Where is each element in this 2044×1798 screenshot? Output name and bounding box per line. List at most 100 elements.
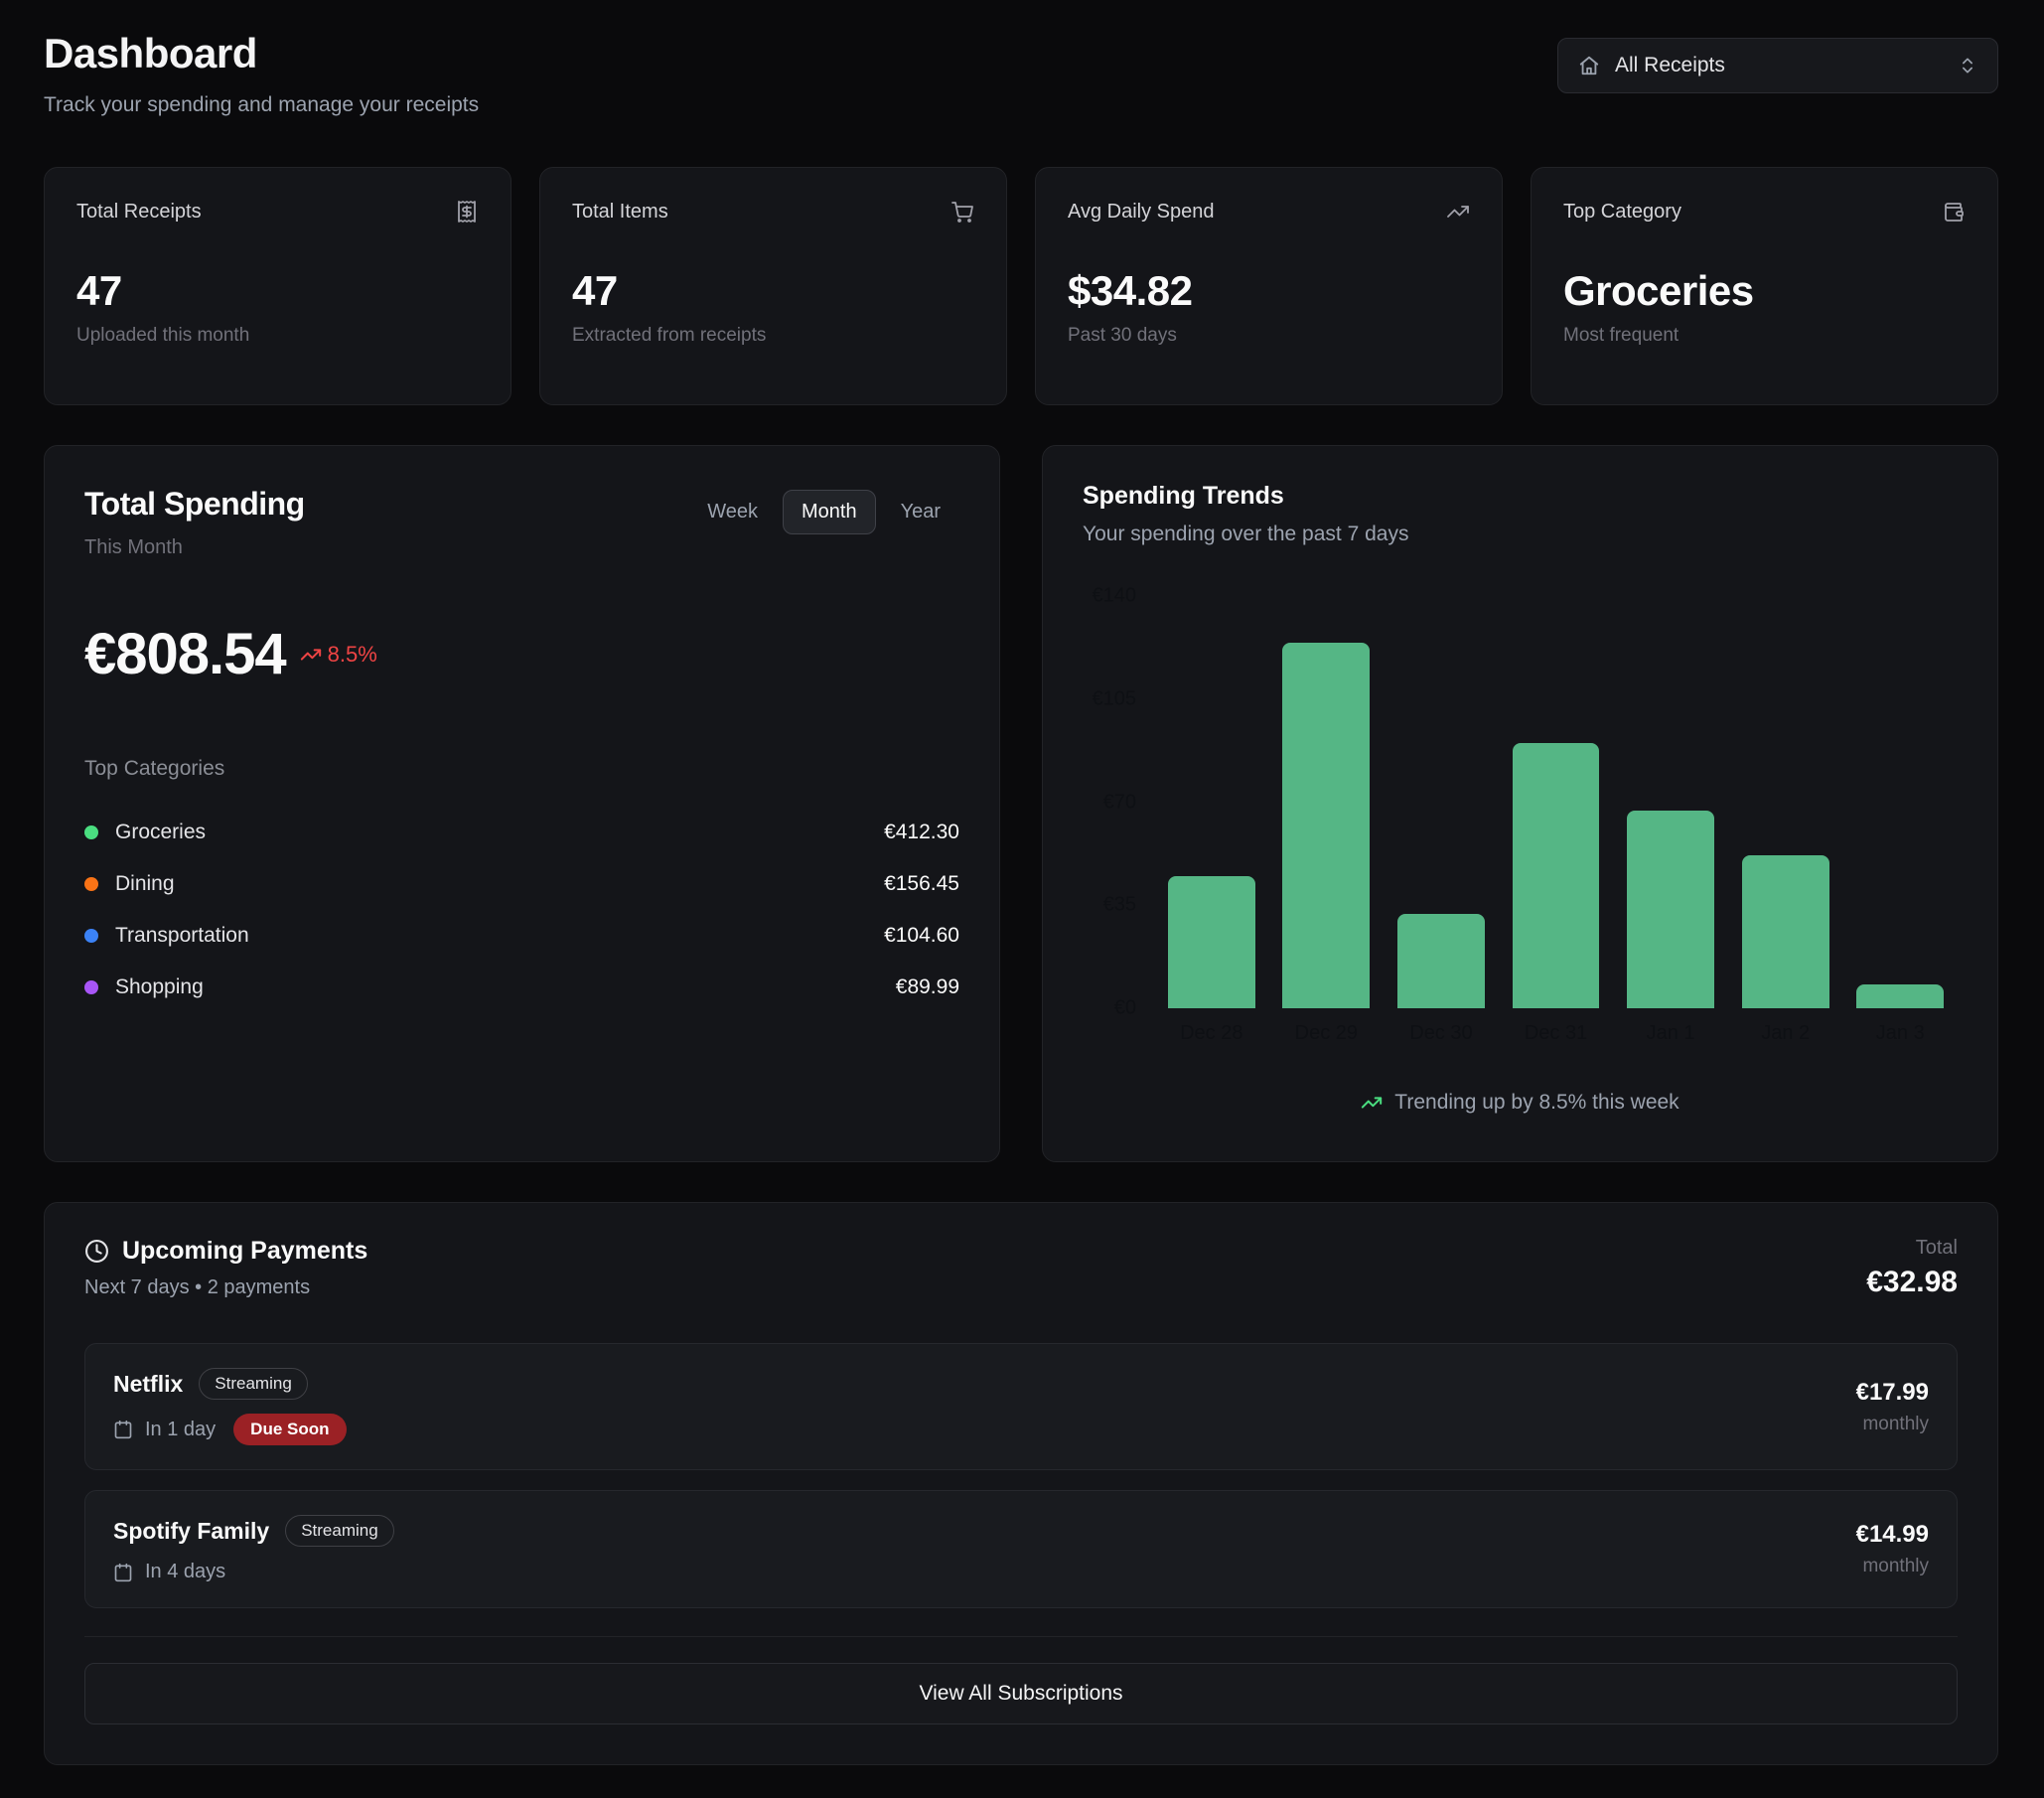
chart-bar-slot — [1613, 596, 1728, 1008]
clock-icon — [84, 1239, 109, 1264]
payment-row-spotify[interactable]: Spotify Family Streaming In 4 days €14.9… — [84, 1490, 1958, 1608]
due-text: In 1 day — [145, 1419, 216, 1441]
category-dot — [84, 980, 98, 994]
stat-title: Total Items — [572, 201, 668, 224]
chart-plot-area — [1154, 596, 1958, 1008]
due-text: In 4 days — [145, 1561, 225, 1583]
total-spending-card: Total Spending This Month Week Month Yea… — [44, 445, 1000, 1162]
payment-amount: €14.99 — [1856, 1521, 1929, 1549]
chart-bar[interactable] — [1627, 811, 1714, 1008]
chart-bar[interactable] — [1282, 643, 1370, 1008]
stat-value: 47 — [76, 267, 479, 315]
total-label: Total — [1866, 1237, 1958, 1260]
stat-title: Avg Daily Spend — [1068, 201, 1215, 224]
payment-row-netflix[interactable]: Netflix Streaming In 1 day Due Soon €17.… — [84, 1343, 1958, 1470]
chart-bar[interactable] — [1397, 914, 1485, 1008]
chart-bar[interactable] — [1168, 876, 1255, 1008]
chart-footer: Trending up by 8.5% this week — [1083, 1091, 1958, 1115]
divider — [84, 1636, 1958, 1637]
category-row: Shopping €89.99 — [84, 962, 959, 1013]
stat-subtitle: Extracted from receipts — [572, 325, 974, 347]
page-title: Dashboard — [44, 30, 479, 77]
chevrons-up-down-icon — [1958, 56, 1977, 75]
tab-week[interactable]: Week — [688, 490, 777, 534]
y-tick-label: €35 — [1103, 894, 1136, 917]
chart-bar-slot — [1842, 596, 1958, 1008]
stat-subtitle: Past 30 days — [1068, 325, 1470, 347]
x-tick-label: Jan 3 — [1842, 1022, 1958, 1045]
y-tick-label: €140 — [1093, 585, 1137, 608]
payments-list: Netflix Streaming In 1 day Due Soon €17.… — [84, 1343, 1958, 1608]
trending-up-icon — [1446, 200, 1470, 224]
upcoming-title: Upcoming Payments — [122, 1237, 367, 1266]
stat-value: Groceries — [1563, 267, 1966, 315]
category-name: Groceries — [115, 821, 206, 844]
upcoming-heading: Upcoming Payments Next 7 days • 2 paymen… — [84, 1237, 367, 1299]
spending-trends-card: Spending Trends Your spending over the p… — [1042, 445, 1998, 1162]
chart-y-axis: €0€35€70€105€140 — [1083, 596, 1154, 1008]
category-amount: €156.45 — [884, 872, 959, 896]
tab-month[interactable]: Month — [783, 490, 876, 534]
chart-bar-slot — [1269, 596, 1385, 1008]
chart-bar[interactable] — [1856, 984, 1944, 1008]
stat-card-avg-daily-spend: Avg Daily Spend $34.82 Past 30 days — [1035, 167, 1503, 405]
x-tick-label: Dec 30 — [1384, 1022, 1499, 1045]
category-badge: Streaming — [199, 1368, 307, 1400]
chart-bar-slot — [1728, 596, 1843, 1008]
stats-row: Total Receipts 47 Uploaded this month To… — [44, 167, 1998, 405]
category-list: Groceries €412.30 Dining €156.45 Transpo… — [84, 807, 959, 1013]
x-tick-label: Dec 31 — [1499, 1022, 1614, 1045]
receipt-icon — [455, 200, 479, 224]
total-spending-title: Total Spending — [84, 486, 305, 523]
category-name: Shopping — [115, 975, 204, 999]
chart-bar[interactable] — [1742, 855, 1829, 1008]
wallet-icon — [1942, 200, 1966, 224]
chart-footer-text: Trending up by 8.5% this week — [1394, 1091, 1679, 1115]
view-all-subscriptions-button[interactable]: View All Subscriptions — [84, 1663, 1958, 1724]
x-tick-label: Dec 28 — [1154, 1022, 1269, 1045]
y-tick-label: €105 — [1093, 687, 1137, 710]
category-badge: Streaming — [285, 1515, 393, 1547]
receipts-filter-dropdown[interactable]: All Receipts — [1557, 38, 1998, 93]
x-tick-label: Dec 29 — [1269, 1022, 1385, 1045]
total-spending-period: This Month — [84, 536, 305, 559]
y-tick-label: €70 — [1103, 791, 1136, 814]
stat-card-total-items: Total Items 47 Extracted from receipts — [539, 167, 1007, 405]
stat-title: Total Receipts — [76, 201, 202, 224]
home-icon — [1578, 55, 1600, 76]
page-heading: Dashboard Track your spending and manage… — [44, 30, 479, 117]
calendar-icon — [113, 1563, 133, 1582]
bar-chart: €0€35€70€105€140 — [1083, 596, 1958, 1008]
upcoming-subtitle: Next 7 days • 2 payments — [84, 1276, 367, 1299]
category-dot — [84, 929, 98, 943]
category-name: Dining — [115, 872, 175, 896]
upcoming-payments-card: Upcoming Payments Next 7 days • 2 paymen… — [44, 1202, 1998, 1765]
chart-bar-slot — [1499, 596, 1614, 1008]
upcoming-total: Total €32.98 — [1866, 1237, 1958, 1299]
payment-name: Spotify Family — [113, 1518, 269, 1545]
payment-cycle: monthly — [1856, 1414, 1929, 1435]
payment-name: Netflix — [113, 1371, 183, 1398]
category-row: Dining €156.45 — [84, 858, 959, 910]
page-header: Dashboard Track your spending and manage… — [44, 30, 1998, 117]
y-tick-label: €0 — [1114, 997, 1136, 1020]
category-row: Transportation €104.60 — [84, 910, 959, 962]
stat-title: Top Category — [1563, 201, 1681, 224]
payment-amount: €17.99 — [1856, 1379, 1929, 1407]
category-row: Groceries €412.30 — [84, 807, 959, 858]
category-amount: €104.60 — [884, 924, 959, 948]
stat-card-top-category: Top Category Groceries Most frequent — [1531, 167, 1998, 405]
top-categories-label: Top Categories — [84, 757, 959, 781]
total-amount: €32.98 — [1866, 1266, 1958, 1299]
stat-card-total-receipts: Total Receipts 47 Uploaded this month — [44, 167, 511, 405]
category-dot — [84, 825, 98, 839]
chart-subtitle: Your spending over the past 7 days — [1083, 523, 1958, 546]
chart-bar[interactable] — [1513, 743, 1600, 1008]
period-tabs: Week Month Year — [688, 490, 959, 534]
spending-amount: €808.54 — [84, 621, 286, 687]
category-dot — [84, 877, 98, 891]
category-name: Transportation — [115, 924, 249, 948]
change-value: 8.5% — [328, 642, 377, 668]
tab-year[interactable]: Year — [882, 490, 959, 534]
stat-value: 47 — [572, 267, 974, 315]
